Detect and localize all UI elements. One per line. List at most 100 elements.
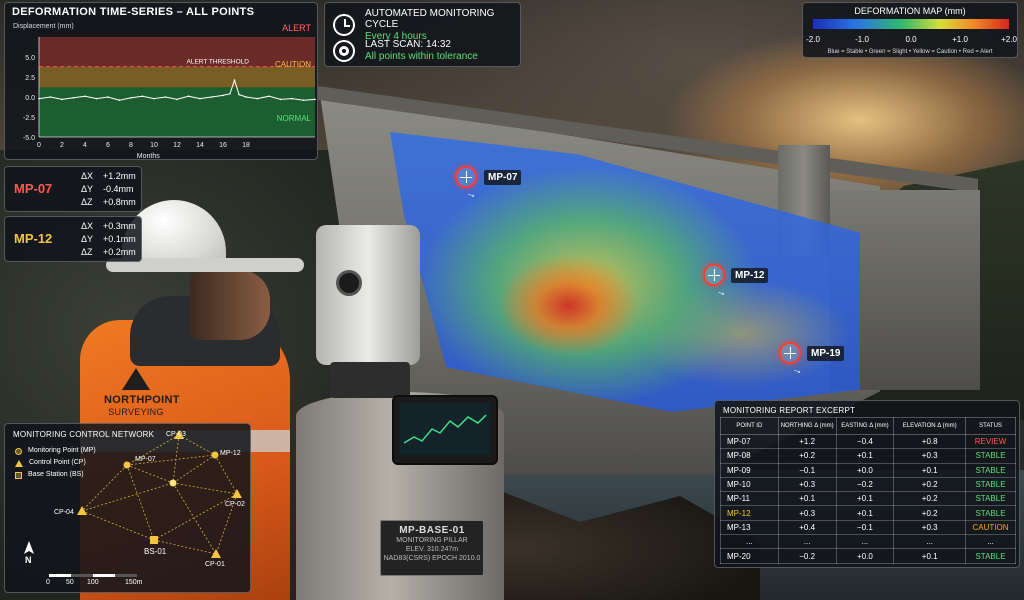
column-header: POINT ID	[720, 417, 779, 435]
scale-label: 0	[46, 579, 50, 586]
point-name: MP-12	[14, 231, 53, 246]
point-delta-card[interactable]: MP-07 ΔX +1.2mm ΔY -0.4mm ΔZ +0.8mm	[4, 166, 142, 212]
table-row[interactable]: MP-08 +0.2 +0.1 +0.3 STABLE	[720, 448, 1016, 464]
status-badge: STABLE	[965, 462, 1016, 478]
monitoring-point-icon	[211, 451, 219, 459]
series-point	[176, 98, 178, 101]
series-point	[153, 97, 155, 100]
point-name: MP-07	[14, 181, 53, 196]
series-point	[291, 97, 293, 100]
column-header: EASTING Δ (mm)	[835, 417, 895, 435]
zone-label: NORMAL	[277, 114, 312, 123]
series-point	[210, 96, 213, 98]
series-point	[61, 98, 63, 101]
x-tick-label: 0	[37, 142, 41, 149]
point-label: MP-19	[807, 346, 845, 361]
base-station-icon	[150, 536, 158, 544]
company-logo-text: NORTHPOINT SURVEYING	[104, 394, 180, 417]
series-point	[229, 93, 231, 95]
report-title: MONITORING REPORT EXCERPT	[723, 406, 856, 415]
map-legend-title: DEFORMATION MAP (mm)	[854, 6, 966, 16]
y-tick-label: -5.0	[23, 135, 35, 142]
tablet-screen	[400, 403, 490, 455]
monitoring-point-icon	[15, 447, 22, 455]
x-tick-label: 14	[196, 142, 204, 149]
x-tick-label: 16	[219, 142, 227, 149]
network-nodes	[77, 430, 242, 558]
cycle-heading: AUTOMATED MONITORING CYCLE	[365, 8, 495, 30]
monitoring-point-marker[interactable]	[703, 264, 725, 286]
table-row[interactable]: MP-10 +0.3 −0.2 +0.2 STABLE	[720, 476, 1016, 493]
normal-zone	[39, 87, 315, 137]
series-point	[118, 99, 121, 101]
total-station-instrument	[316, 225, 420, 365]
column-header: ELEVATION Δ (mm)	[893, 417, 967, 435]
color-scale-bar	[813, 19, 1009, 29]
instrument-tribrach	[330, 362, 410, 398]
series-point	[107, 96, 109, 98]
monitoring-cycle-panel: AUTOMATED MONITORING CYCLE Every 4 hours…	[324, 2, 521, 67]
table-row[interactable]: MP-20 −0.2 +0.0 +0.1 STABLE	[720, 548, 1016, 564]
caution-zone	[39, 66, 315, 88]
monitoring-point-marker[interactable]	[455, 166, 477, 188]
scan-status: All points within tolerance	[365, 51, 478, 62]
series-point	[245, 96, 247, 98]
delta-z: +0.8mm	[103, 197, 136, 207]
node-label: BS-01	[144, 547, 167, 556]
point-delta-card[interactable]: MP-12 ΔX +0.3mm ΔY +0.1mm ΔZ +0.2mm	[4, 216, 142, 262]
node-label: MP-07	[135, 456, 156, 463]
node-label: CP-03	[166, 431, 186, 438]
node-label: CP-04	[54, 509, 74, 516]
series-point	[187, 95, 190, 97]
color-scale-ticks: -2.0 -1.0 0.0 +1.0 +2.0	[806, 35, 1017, 45]
node-label: CP-01	[205, 561, 225, 568]
table-row[interactable]: MP-13 +0.4 −0.1 +0.3 CAUTION	[720, 519, 1016, 536]
delta-x: +0.3mm	[103, 221, 136, 231]
threshold-label: ALERT THRESHOLD	[187, 59, 250, 66]
status-badge: STABLE	[965, 548, 1016, 564]
series-point	[302, 99, 305, 101]
color-scale-legend: Blue = Stable • Green = Slight • Yellow …	[827, 49, 993, 55]
tablet-chart-icon	[403, 414, 487, 444]
series-point	[84, 95, 86, 97]
timeseries-ylabel: Displacement (mm)	[13, 23, 74, 30]
series-point	[95, 97, 98, 100]
table-row[interactable]: MP-12 +0.3 +0.1 +0.2 STABLE	[720, 505, 1016, 521]
x-tick-label: 8	[129, 142, 133, 149]
column-header: STATUS	[965, 417, 1016, 435]
series-point	[49, 96, 52, 98]
north-arrow-icon	[24, 541, 34, 554]
scale-tick: -2.0	[806, 35, 820, 44]
field-tablet	[392, 395, 498, 465]
node-label: CP-02	[225, 501, 245, 508]
series-point	[199, 97, 201, 100]
series-point	[164, 96, 167, 98]
series-point	[222, 94, 224, 97]
status-badge: STABLE	[965, 491, 1016, 507]
table-row[interactable]: MP-11 +0.1 +0.1 +0.2 STABLE	[720, 491, 1016, 507]
monitoring-point-marker[interactable]	[779, 342, 801, 364]
clock-icon	[333, 14, 355, 36]
series-point	[256, 97, 259, 100]
zone-label: CAUTION	[275, 60, 311, 69]
series-point	[130, 97, 132, 99]
table-header-row: POINT ID NORTHING Δ (mm) EASTING Δ (mm) …	[720, 417, 1016, 435]
scale-label: 150m	[125, 579, 143, 586]
x-tick-label: 2	[60, 142, 64, 149]
delta-y: -0.4mm	[103, 184, 134, 194]
table-row: ...............	[720, 534, 1016, 550]
scale-tick: -1.0	[855, 35, 869, 44]
point-label: MP-07	[484, 170, 522, 185]
delta-values: ΔX +0.3mm ΔY +0.1mm ΔZ +0.2mm	[81, 221, 136, 257]
y-tick-label: 2.5	[25, 75, 35, 82]
monitoring-point-icon	[123, 461, 131, 469]
column-header: NORTHING Δ (mm)	[777, 417, 837, 435]
series-point	[38, 97, 40, 100]
zone-label: ALERT	[282, 23, 311, 33]
series-point	[233, 79, 236, 81]
monitoring-report-panel: MONITORING REPORT EXCERPT POINT ID NORTH…	[714, 400, 1020, 568]
y-tick-label: -2.5	[23, 115, 35, 122]
scale-bar	[49, 574, 137, 577]
table-row[interactable]: MP-09 −0.1 +0.0 +0.1 STABLE	[720, 462, 1016, 478]
table-row[interactable]: MP-07 +1.2 −0.4 +0.8 REVIEW	[720, 433, 1016, 450]
